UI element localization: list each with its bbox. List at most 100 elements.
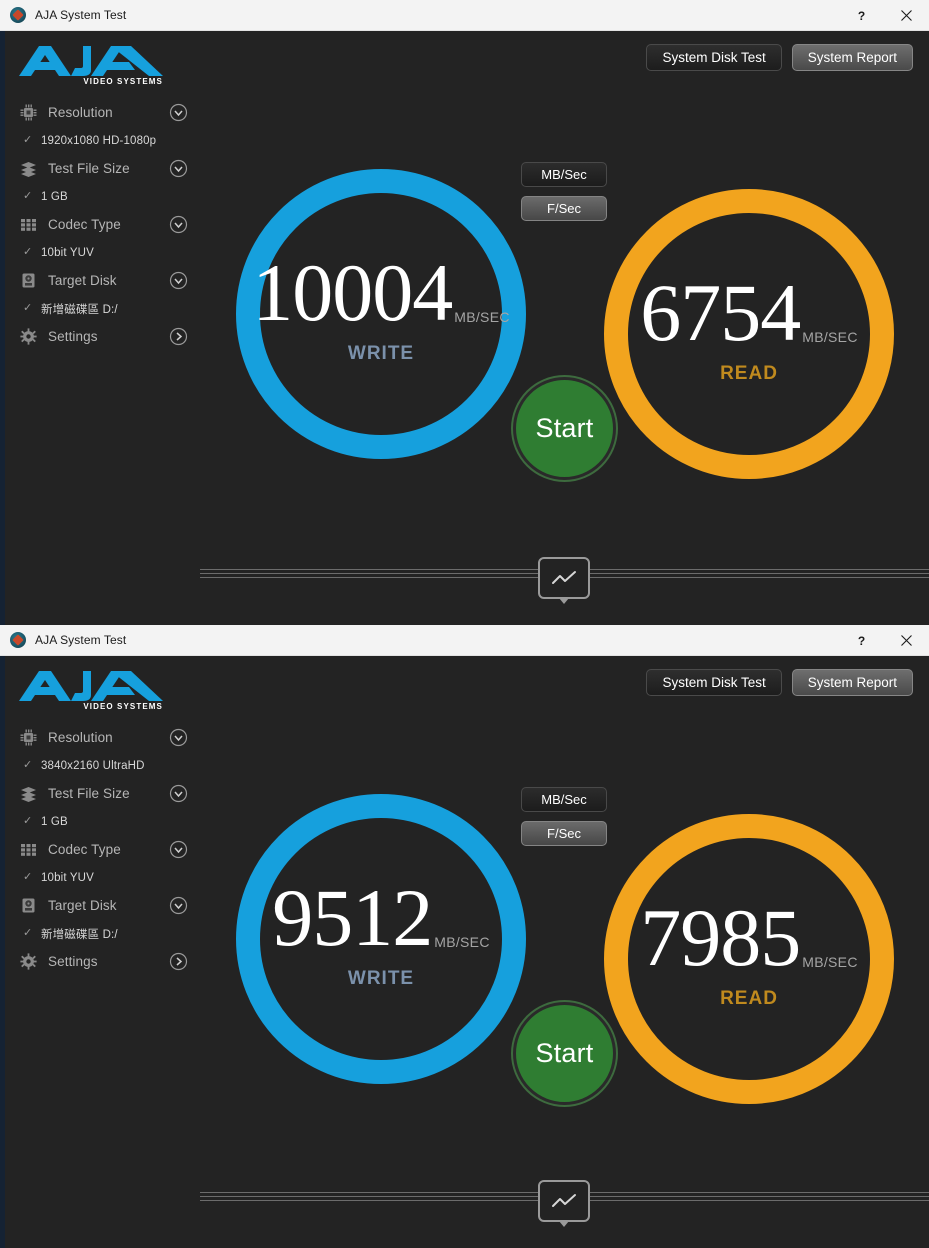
sidebar-value: 1 GB xyxy=(41,190,68,203)
graph-expander[interactable] xyxy=(538,557,590,604)
top-buttons: System Disk Test System Report xyxy=(646,44,913,71)
sidebar-item-resolution[interactable]: Resolution xyxy=(5,723,200,752)
sidebar-item-test-file-size[interactable]: Test File Size xyxy=(5,779,200,808)
sidebar-value: 1920x1080 HD-1080p xyxy=(41,134,157,147)
chevron-right-icon[interactable] xyxy=(169,952,188,971)
read-unit: MB/SEC xyxy=(802,954,858,971)
chevron-down-icon[interactable] xyxy=(169,840,188,859)
window-title: AJA System Test xyxy=(35,8,127,22)
sidebar-value: 10bit YUV xyxy=(41,246,94,259)
window-controls: ? xyxy=(839,0,929,31)
chevron-down-icon[interactable] xyxy=(169,728,188,747)
sidebar-value: 10bit YUV xyxy=(41,871,94,884)
write-value: 10004 xyxy=(252,246,453,338)
help-button[interactable]: ? xyxy=(839,625,884,656)
mb-per-sec-button[interactable]: MB/Sec xyxy=(521,787,607,812)
close-button[interactable] xyxy=(884,625,929,656)
start-button[interactable]: Start xyxy=(513,377,616,480)
check-icon: ✓ xyxy=(23,190,33,202)
frames-per-sec-button[interactable]: F/Sec xyxy=(521,821,607,846)
sidebar-label: Settings xyxy=(48,954,98,969)
graph-expander[interactable] xyxy=(538,1180,590,1227)
titlebar[interactable]: AJA System Test ? xyxy=(0,0,929,31)
chevron-down-icon[interactable] xyxy=(169,159,188,178)
write-unit: MB/SEC xyxy=(454,309,510,326)
sidebar-label: Codec Type xyxy=(48,842,121,857)
system-report-button[interactable]: System Report xyxy=(791,44,913,71)
sidebar-item-target-disk[interactable]: Target Disk xyxy=(5,891,200,920)
sidebar-label: Target Disk xyxy=(48,898,117,913)
sidebar-menu: Resolution ✓ 1920x1080 HD-1080p Test Fil… xyxy=(5,98,200,351)
mb-per-sec-button[interactable]: MB/Sec xyxy=(521,162,607,187)
grid-icon xyxy=(19,840,38,859)
sidebar-value: 新增磁碟區 D:/ xyxy=(41,303,118,316)
chevron-down-icon[interactable] xyxy=(169,215,188,234)
chevron-down-icon[interactable] xyxy=(169,271,188,290)
system-report-button[interactable]: System Report xyxy=(791,669,913,696)
help-button[interactable]: ? xyxy=(839,0,884,31)
sidebar-label: Settings xyxy=(48,329,98,344)
app-body: VIDEO SYSTEMS xyxy=(0,31,929,625)
chevron-right-icon[interactable] xyxy=(169,327,188,346)
start-button-label: Start xyxy=(535,413,594,443)
read-gauge: 7985 MB/SEC READ xyxy=(604,814,894,1104)
read-value: 7985 xyxy=(640,891,801,983)
titlebar[interactable]: AJA System Test ? xyxy=(0,625,929,656)
window-controls: ? xyxy=(839,625,929,656)
layers-icon xyxy=(19,159,38,178)
chevron-down-icon[interactable] xyxy=(169,896,188,915)
read-unit: MB/SEC xyxy=(802,329,858,346)
layers-icon xyxy=(19,784,38,803)
check-icon: ✓ xyxy=(23,815,33,827)
sidebar-item-test-file-size[interactable]: Test File Size xyxy=(5,154,200,183)
aja-window-1: AJA System Test ? VIDEO SYSTEMS Resoluti… xyxy=(0,0,929,625)
chevron-down-icon[interactable] xyxy=(169,103,188,122)
write-label: WRITE xyxy=(347,343,415,365)
sidebar-value-resolution: ✓ 3840x2160 UltraHD xyxy=(5,752,200,779)
system-disk-test-button[interactable]: System Disk Test xyxy=(646,44,782,71)
start-button[interactable]: Start xyxy=(513,1002,616,1105)
start-button-label: Start xyxy=(535,1038,594,1068)
aja-app-icon xyxy=(10,7,26,23)
aja-window-2: AJA System Test ? VIDEO SYSTEMS Resoluti… xyxy=(0,625,929,1248)
app-body: VIDEO SYSTEMS xyxy=(0,656,929,1248)
write-value: 9512 xyxy=(272,871,433,963)
logo-subtitle: VIDEO SYSTEMS xyxy=(83,77,163,86)
unit-toggle: MB/Sec F/Sec xyxy=(521,787,607,846)
sidebar-value: 新增磁碟區 D:/ xyxy=(41,928,118,941)
sidebar-value: 3840x2160 UltraHD xyxy=(41,759,145,772)
sidebar-item-codec-type[interactable]: Codec Type xyxy=(5,835,200,864)
sidebar-value-test-file-size: ✓ 1 GB xyxy=(5,183,200,210)
sidebar-item-resolution[interactable]: Resolution xyxy=(5,98,200,127)
check-icon: ✓ xyxy=(23,302,33,314)
grid-icon xyxy=(19,215,38,234)
frames-per-sec-button[interactable]: F/Sec xyxy=(521,196,607,221)
sidebar-value-target-disk: ✓ 新增磁碟區 D:/ xyxy=(5,295,200,322)
sidebar-item-settings[interactable]: Settings xyxy=(5,322,200,351)
sidebar: VIDEO SYSTEMS xyxy=(5,31,200,351)
write-unit: MB/SEC xyxy=(434,934,490,951)
sidebar-label: Test File Size xyxy=(48,786,130,801)
system-disk-test-button[interactable]: System Disk Test xyxy=(646,669,782,696)
chip-icon xyxy=(19,728,38,747)
sidebar-item-codec-type[interactable]: Codec Type xyxy=(5,210,200,239)
check-icon: ✓ xyxy=(23,927,33,939)
sidebar-label: Resolution xyxy=(48,105,113,120)
graph-strip xyxy=(0,547,929,604)
read-label: READ xyxy=(720,988,778,1010)
sidebar-value-codec-type: ✓ 10bit YUV xyxy=(5,864,200,891)
sidebar-item-target-disk[interactable]: Target Disk xyxy=(5,266,200,295)
sidebar-item-settings[interactable]: Settings xyxy=(5,947,200,976)
close-button[interactable] xyxy=(884,0,929,31)
gear-icon xyxy=(19,952,38,971)
read-label: READ xyxy=(720,363,778,385)
aja-app-icon xyxy=(10,632,26,648)
sidebar-value-test-file-size: ✓ 1 GB xyxy=(5,808,200,835)
sidebar-value-codec-type: ✓ 10bit YUV xyxy=(5,239,200,266)
sidebar-value-resolution: ✓ 1920x1080 HD-1080p xyxy=(5,127,200,154)
sidebar-label: Target Disk xyxy=(48,273,117,288)
line-chart-icon xyxy=(552,571,576,584)
sidebar-value-target-disk: ✓ 新增磁碟區 D:/ xyxy=(5,920,200,947)
chevron-down-icon[interactable] xyxy=(169,784,188,803)
logo-subtitle: VIDEO SYSTEMS xyxy=(83,702,163,711)
